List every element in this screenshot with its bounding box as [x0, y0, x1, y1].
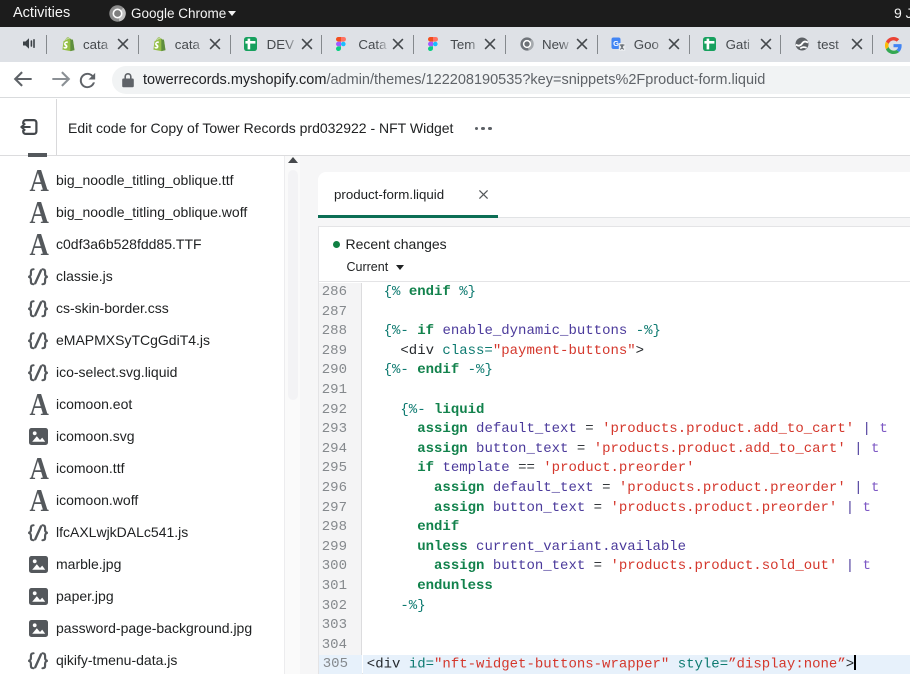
svg-text:G: G [613, 39, 619, 48]
